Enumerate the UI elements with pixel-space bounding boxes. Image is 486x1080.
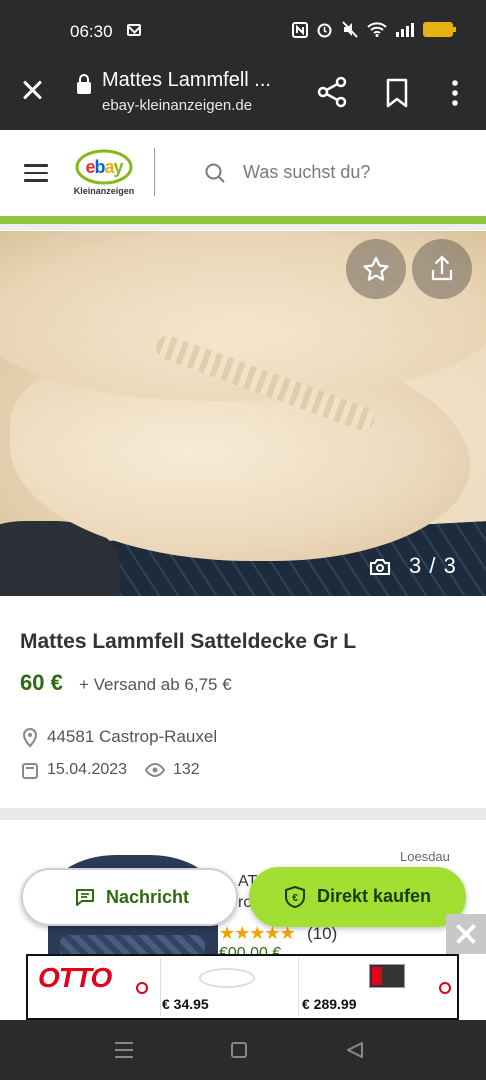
search-input[interactable]: Was suchst du? — [243, 162, 370, 183]
wifi-icon — [367, 22, 387, 37]
header-shadow — [0, 224, 486, 230]
back-icon[interactable] — [346, 1042, 364, 1058]
nfc-icon — [292, 21, 308, 38]
banner-product-2-price: € 289.99 — [302, 996, 357, 1012]
product-1-image — [199, 968, 255, 988]
image-gallery[interactable]: 3 / 3 — [0, 231, 486, 596]
ad-choice-icon — [136, 982, 148, 994]
otto-banner-ad[interactable]: OTTO € 34.95 € 289.99 — [26, 954, 459, 1020]
svg-text:€: € — [292, 893, 298, 904]
battery-icon — [423, 22, 456, 37]
share-ad-button[interactable] — [412, 239, 472, 299]
share-icon[interactable] — [316, 76, 348, 108]
camera-icon — [370, 559, 390, 575]
svg-text:Kleinanzeigen: Kleinanzeigen — [74, 186, 135, 196]
mail-notification-icon — [127, 24, 141, 36]
favorite-button[interactable] — [346, 239, 406, 299]
header-accent-line — [0, 216, 486, 224]
ad-price: 60 € — [20, 670, 63, 695]
close-tab-button[interactable] — [20, 78, 44, 102]
bookmark-icon[interactable] — [384, 78, 410, 108]
ad-date: 15.04.2023 — [47, 761, 128, 778]
mute-icon — [342, 21, 358, 38]
screen: 06:30 Mattes Lammfell ... ebay-kleinanze… — [0, 0, 486, 1080]
close-ad-button[interactable] — [446, 914, 486, 954]
more-menu-icon[interactable] — [440, 78, 470, 108]
signal-icon — [396, 23, 414, 37]
home-icon[interactable] — [231, 1042, 247, 1058]
rating-count: (10) — [307, 924, 338, 943]
hamburger-menu-icon[interactable] — [24, 164, 48, 182]
recents-icon[interactable] — [115, 1042, 133, 1058]
site-header: ebay Kleinanzeigen Was suchst du? — [0, 130, 486, 216]
lock-icon — [77, 74, 91, 94]
shipping-info: + Versand ab 6,75 € — [79, 675, 232, 694]
alarm-icon — [317, 23, 332, 38]
otto-logo: OTTO — [38, 962, 112, 993]
status-bar: 06:30 — [0, 0, 486, 60]
share-upload-icon — [431, 255, 453, 281]
ad-title: Mattes Lammfell Satteldecke Gr L — [20, 630, 357, 653]
eye-icon — [145, 763, 165, 777]
view-count: 132 — [173, 761, 200, 778]
svg-text:ebay: ebay — [85, 157, 123, 177]
status-icons — [292, 21, 456, 38]
banner-product-1-price: € 34.95 — [162, 996, 209, 1012]
promo-source: Loesdau — [400, 849, 450, 864]
secure-payment-icon: € — [285, 886, 305, 908]
system-navigation-bar — [0, 1020, 486, 1080]
buy-now-button-label: Direkt kaufen — [317, 886, 432, 906]
chat-icon — [76, 889, 94, 906]
status-time: 06:30 — [70, 22, 113, 41]
section-divider — [0, 808, 486, 820]
star-outline-icon — [363, 256, 389, 281]
tab-url[interactable]: ebay-kleinanzeigen.de — [102, 97, 252, 114]
location-pin-icon — [22, 728, 38, 748]
search-icon[interactable] — [205, 163, 225, 183]
message-button-label: Nachricht — [106, 887, 190, 907]
calendar-icon — [22, 763, 38, 779]
logo-divider — [154, 148, 155, 196]
product-2-image — [369, 964, 405, 988]
ad-choice-icon — [439, 982, 451, 994]
buy-now-button[interactable]: € Direkt kaufen — [249, 867, 466, 927]
image-counter: 3 / 3 — [409, 553, 457, 578]
message-button[interactable]: Nachricht — [21, 868, 238, 926]
browser-toolbar: Mattes Lammfell ... ebay-kleinanzeigen.d… — [0, 60, 486, 130]
ebay-kleinanzeigen-logo[interactable]: ebay Kleinanzeigen — [72, 148, 136, 198]
tab-title: Mattes Lammfell ... — [102, 69, 271, 91]
ad-location[interactable]: 44581 Castrop-Rauxel — [47, 727, 217, 747]
